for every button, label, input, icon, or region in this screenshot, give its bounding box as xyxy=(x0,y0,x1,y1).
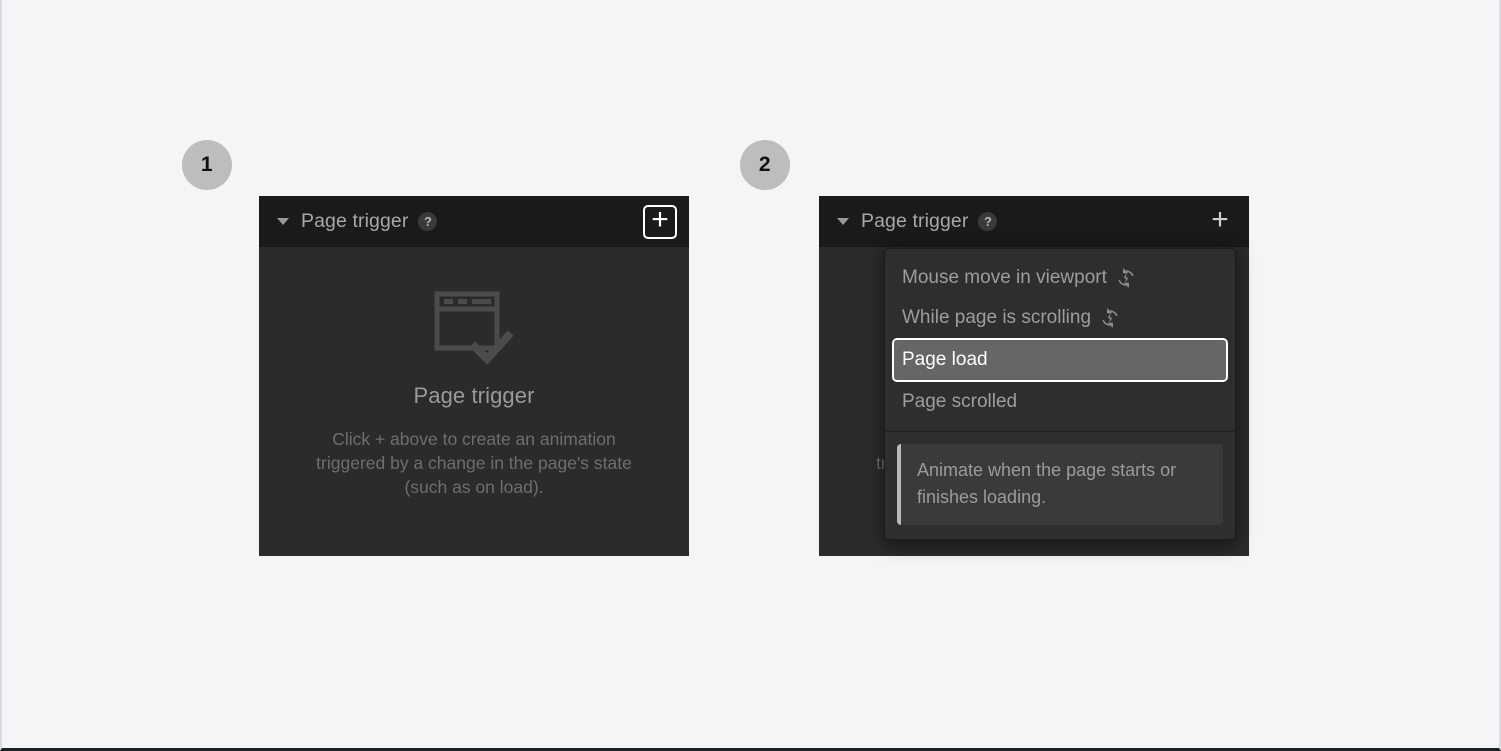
add-trigger-button[interactable]: + xyxy=(643,202,677,239)
dropdown-tooltip-text: Animate when the page starts or finishes… xyxy=(897,444,1223,525)
step-badge-2: 2 xyxy=(740,140,790,190)
question-mark-icon[interactable]: ? xyxy=(978,212,998,231)
dropdown-item-while-page-is-scrolling[interactable]: While page is scrolling xyxy=(892,298,1228,338)
add-trigger-button[interactable]: + xyxy=(1203,202,1237,239)
panel-1-title: Page trigger xyxy=(301,210,409,232)
panel-1-empty-title: Page trigger xyxy=(413,383,535,408)
step-badge-1-number: 1 xyxy=(200,153,214,176)
page-trigger-dropdown[interactable]: Mouse move in viewport While page is scr… xyxy=(884,248,1236,540)
step-badge-2-number: 2 xyxy=(758,153,772,176)
plus-icon: + xyxy=(651,202,669,236)
caret-down-icon[interactable] xyxy=(837,218,849,225)
browser-window-check-icon xyxy=(432,285,516,369)
dropdown-item-label: Mouse move in viewport xyxy=(902,267,1107,288)
panel-2-title: Page trigger xyxy=(861,210,969,232)
step-badge-1: 1 xyxy=(182,140,232,190)
page-trigger-panel-1: Page trigger ? + Page trigger Click + ab… xyxy=(259,196,689,556)
panel-2-header: Page trigger ? + xyxy=(819,196,1249,247)
dropdown-item-label: Page scrolled xyxy=(902,391,1018,412)
page-trigger-panel-2: Page trigger ? + Page trigger Click + ab… xyxy=(819,196,1249,556)
panel-1-empty-description: Click + above to create an animation tri… xyxy=(316,429,632,497)
dropdown-item-label: Page load xyxy=(902,349,988,370)
dropdown-item-page-scrolled[interactable]: Page scrolled xyxy=(892,382,1228,422)
loop-animation-icon xyxy=(1100,308,1120,328)
dropdown-item-mouse-move-in-viewport[interactable]: Mouse move in viewport xyxy=(892,258,1228,298)
panel-1-empty-state: Page trigger Click + above to create an … xyxy=(259,247,689,499)
dropdown-list: Mouse move in viewport While page is scr… xyxy=(885,249,1235,431)
dropdown-tooltip-container: Animate when the page starts or finishes… xyxy=(885,432,1235,539)
plus-icon: + xyxy=(1211,202,1229,236)
loop-animation-icon xyxy=(1116,268,1136,288)
panel-1-header: Page trigger ? + xyxy=(259,196,689,247)
question-mark-icon[interactable]: ? xyxy=(418,212,438,231)
dropdown-item-label: While page is scrolling xyxy=(902,307,1092,328)
caret-down-icon[interactable] xyxy=(277,218,289,225)
dropdown-item-page-load[interactable]: Page load xyxy=(892,338,1228,382)
